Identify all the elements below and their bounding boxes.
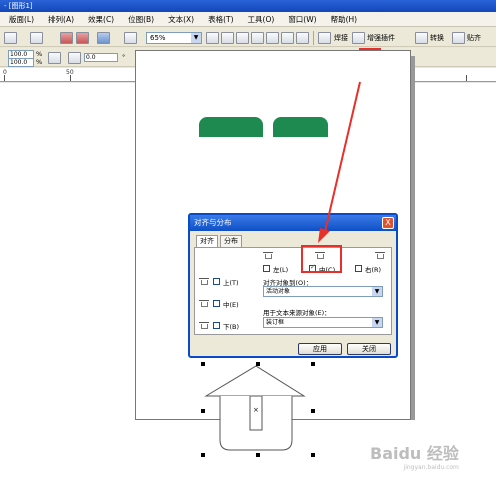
zoom-all-icon[interactable] bbox=[251, 32, 264, 44]
zoom-page-icon[interactable] bbox=[266, 32, 279, 44]
zoom-in-icon[interactable] bbox=[206, 32, 219, 44]
label-left: 左(L) bbox=[273, 266, 289, 274]
svg-text:×: × bbox=[253, 406, 259, 414]
selection-handle[interactable] bbox=[311, 453, 315, 457]
close-button[interactable]: 关闭 bbox=[347, 343, 391, 355]
selection-handle[interactable] bbox=[256, 453, 260, 457]
window-title: - [图形1] bbox=[0, 0, 496, 12]
checkbox-center-v[interactable] bbox=[213, 300, 220, 307]
text-source-label: 用于文本来源对象(E)： bbox=[263, 309, 331, 317]
redo-icon[interactable] bbox=[30, 32, 43, 44]
zoom-height-icon[interactable] bbox=[296, 32, 309, 44]
zoom-out-icon[interactable] bbox=[221, 32, 234, 44]
label-center-v: 中(E) bbox=[223, 301, 239, 309]
align-left-icon bbox=[263, 252, 273, 260]
label-bottom: 下(B) bbox=[223, 323, 240, 331]
menu-arrange[interactable]: 排列(A) bbox=[41, 14, 81, 25]
ruler-label: 50 bbox=[66, 69, 74, 76]
selection-handle[interactable] bbox=[311, 409, 315, 413]
highlight-center-option bbox=[301, 245, 342, 273]
weld-label[interactable]: 焊接 bbox=[334, 33, 348, 43]
menu-table[interactable]: 表格(T) bbox=[201, 14, 240, 25]
checkbox-top[interactable] bbox=[213, 278, 220, 285]
height-field[interactable]: 100.0 bbox=[8, 58, 34, 67]
align-center-v-icon bbox=[199, 300, 209, 308]
degree-label: ° bbox=[122, 53, 126, 61]
zoom-selected-icon[interactable] bbox=[236, 32, 249, 44]
selection-handle[interactable] bbox=[201, 362, 205, 366]
import-icon[interactable] bbox=[60, 32, 73, 44]
menu-effects[interactable]: 效果(C) bbox=[81, 14, 121, 25]
enhance-plugin-icon[interactable] bbox=[352, 32, 365, 44]
percent-label-2: % bbox=[36, 58, 43, 66]
menu-text[interactable]: 文本(X) bbox=[161, 14, 201, 25]
menu-help[interactable]: 帮助(H) bbox=[324, 14, 365, 25]
percent-label: % bbox=[36, 50, 43, 58]
paste-snap-icon[interactable] bbox=[452, 32, 465, 44]
align-right-icon bbox=[375, 252, 385, 260]
chevron-down-icon[interactable]: ▼ bbox=[372, 287, 382, 296]
menu-bitmaps[interactable]: 位图(B) bbox=[121, 14, 161, 25]
convert-icon[interactable] bbox=[415, 32, 428, 44]
zoom-width-icon[interactable] bbox=[281, 32, 294, 44]
menu-layout[interactable]: 版面(L) bbox=[2, 14, 41, 25]
align-bottom-icon bbox=[199, 322, 209, 330]
apply-button[interactable]: 应用 bbox=[298, 343, 342, 355]
menu-bar: 版面(L) 排列(A) 效果(C) 位图(B) 文本(X) 表格(T) 工具(O… bbox=[0, 12, 496, 27]
weld-icon[interactable] bbox=[318, 32, 331, 44]
selection-handle[interactable] bbox=[311, 362, 315, 366]
selection-handle[interactable] bbox=[256, 362, 260, 366]
checkbox-left[interactable] bbox=[263, 265, 270, 272]
export-icon[interactable] bbox=[76, 32, 89, 44]
label-right: 右(R) bbox=[365, 266, 382, 274]
checkbox-bottom[interactable] bbox=[213, 322, 220, 329]
menu-window[interactable]: 窗口(W) bbox=[281, 14, 323, 25]
lock-ratio-icon[interactable] bbox=[48, 52, 61, 64]
green-tab-shape-right[interactable] bbox=[273, 117, 328, 137]
rotation-field[interactable]: 0.0 bbox=[84, 53, 118, 62]
green-tab-shape-left[interactable] bbox=[199, 117, 263, 137]
align-top-icon bbox=[199, 278, 209, 286]
convert-label[interactable]: 转换 bbox=[430, 33, 444, 43]
zoom-level-select[interactable]: 65% ▼ bbox=[146, 32, 202, 44]
application-launcher-icon[interactable] bbox=[97, 32, 110, 44]
selection-handle[interactable] bbox=[201, 409, 205, 413]
label-top: 上(T) bbox=[223, 279, 239, 287]
selection-handle[interactable] bbox=[201, 453, 205, 457]
watermark-logo: Baidu 经验 jingyan.baidu.com bbox=[370, 444, 459, 471]
close-icon[interactable]: X bbox=[382, 217, 394, 229]
enhance-plugin-label[interactable]: 增强插件 bbox=[367, 33, 395, 43]
dialog-title: 对齐与分布 bbox=[190, 215, 396, 231]
rotate-icon bbox=[68, 52, 81, 64]
checkbox-right[interactable] bbox=[355, 265, 362, 272]
paste-snap-label[interactable]: 贴齐 bbox=[467, 33, 481, 43]
welcome-screen-icon[interactable] bbox=[124, 32, 137, 44]
chevron-down-icon[interactable]: ▼ bbox=[372, 318, 382, 327]
align-distribute-dialog: 对齐与分布 X 对齐 分布 左(L) 中(C) 右(R) 上(T) 中(E) 下… bbox=[188, 213, 398, 358]
menu-tools[interactable]: 工具(O) bbox=[241, 14, 282, 25]
ruler-label: 0 bbox=[3, 69, 7, 76]
tab-distribute[interactable]: 分布 bbox=[220, 235, 242, 247]
align-panel: 左(L) 中(C) 右(R) 上(T) 中(E) 下(B) 对齐对象到(O)： … bbox=[194, 247, 392, 335]
house-shape[interactable]: × bbox=[196, 362, 316, 458]
chevron-down-icon[interactable]: ▼ bbox=[191, 33, 201, 43]
text-source-select[interactable]: 装订框 ▼ bbox=[263, 317, 383, 328]
undo-icon[interactable] bbox=[4, 32, 17, 44]
align-to-select[interactable]: 活动对象 ▼ bbox=[263, 286, 383, 297]
